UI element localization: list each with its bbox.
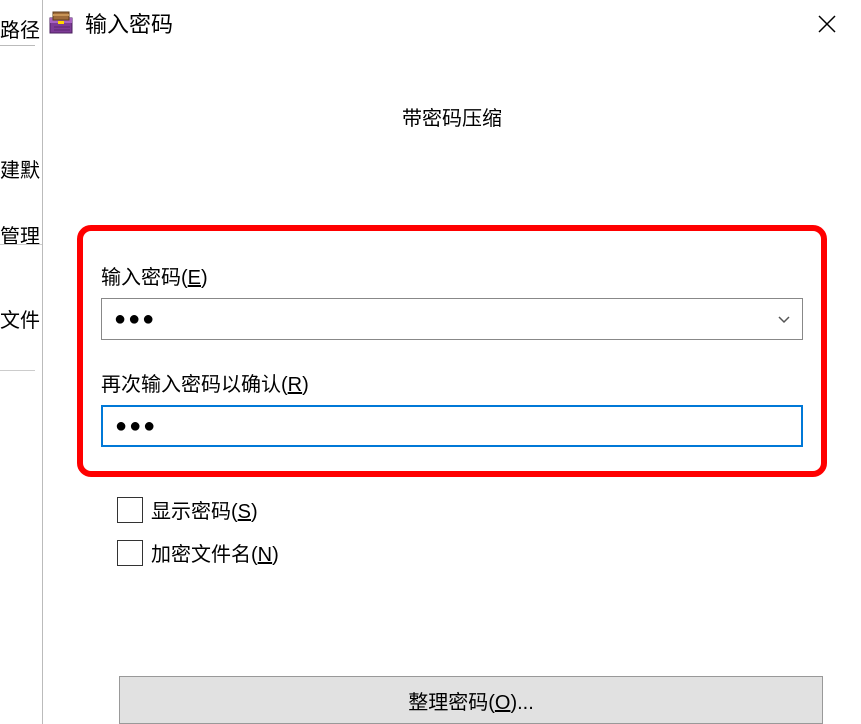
chevron-down-icon xyxy=(776,311,792,327)
confirm-password-input[interactable] xyxy=(101,405,803,447)
organize-passwords-label: 整理密码(O)... xyxy=(408,686,534,715)
confirm-password-label: 再次输入密码以确认(R) xyxy=(101,368,803,397)
bg-divider xyxy=(0,370,35,371)
show-password-label: 显示密码(S) xyxy=(151,495,258,524)
password-dialog: 输入密码 带密码压缩 输入密码(E) 再次输入密码以确 xyxy=(42,0,861,724)
dialog-body: 带密码压缩 输入密码(E) 再次输入密码以确认(R) 显示密码(S) xyxy=(43,102,861,567)
password-input[interactable] xyxy=(102,299,766,339)
bg-divider xyxy=(0,45,35,46)
winrar-icon xyxy=(47,9,75,37)
encrypt-filenames-row: 加密文件名(N) xyxy=(117,538,827,567)
bg-label-path: 路径 xyxy=(0,14,40,43)
highlight-annotation: 输入密码(E) 再次输入密码以确认(R) xyxy=(77,225,827,477)
bg-label-file: 文件 xyxy=(0,304,40,333)
bg-divider xyxy=(0,244,45,245)
password-dropdown-button[interactable] xyxy=(766,299,802,339)
titlebar: 输入密码 xyxy=(43,0,861,46)
show-password-row: 显示密码(S) xyxy=(117,495,827,524)
password-combobox[interactable] xyxy=(101,298,803,340)
encrypt-filenames-label: 加密文件名(N) xyxy=(151,538,279,567)
password-label: 输入密码(E) xyxy=(101,261,803,290)
encrypt-filenames-checkbox[interactable] xyxy=(117,540,143,566)
dialog-subtitle: 带密码压缩 xyxy=(77,102,827,131)
close-button[interactable] xyxy=(803,6,851,42)
organize-passwords-button[interactable]: 整理密码(O)... xyxy=(119,676,823,724)
close-icon xyxy=(817,14,837,34)
dialog-title: 输入密码 xyxy=(85,7,173,39)
bg-label-default: 建默 xyxy=(0,154,40,183)
show-password-checkbox[interactable] xyxy=(117,497,143,523)
